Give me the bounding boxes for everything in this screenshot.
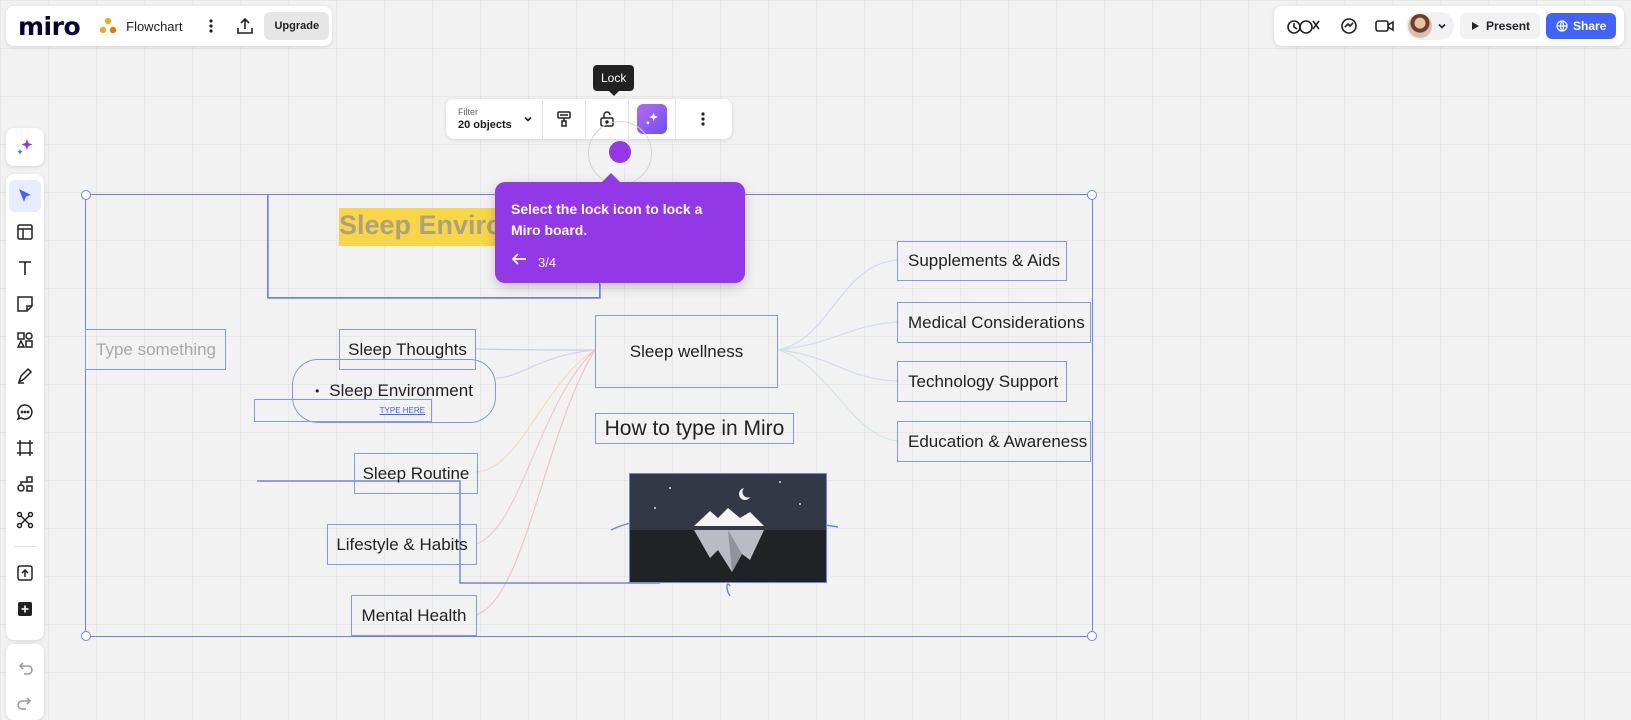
node-medical-considerations[interactable]: Medical Considerations xyxy=(897,302,1091,343)
toolbar-divider xyxy=(674,99,676,139)
walkthrough-text: Select the lock icon to lock a Miro boar… xyxy=(511,201,703,238)
board-title[interactable]: Sleep Enviro xyxy=(339,210,503,241)
node-sleep-routine[interactable]: Sleep Routine xyxy=(354,453,478,494)
bullet: • xyxy=(315,384,320,398)
back-arrow-icon[interactable] xyxy=(511,252,527,270)
sticky-text-placeholder[interactable]: Type something xyxy=(85,329,226,370)
filter-count: 20 objects xyxy=(458,118,512,131)
resize-handle-top-left[interactable] xyxy=(81,190,91,200)
heading-how-to-type[interactable]: How to type in Miro xyxy=(595,413,794,444)
paint-roller-icon xyxy=(557,111,571,127)
iceberg-image[interactable] xyxy=(629,473,827,583)
walkthrough-popup: Select the lock icon to lock a Miro boar… xyxy=(495,173,745,283)
filter-dropdown[interactable]: Filter 20 objects xyxy=(458,106,512,131)
resize-handle-top-right[interactable] xyxy=(1087,190,1097,200)
walkthrough-step-counter: 3/4 xyxy=(538,255,557,270)
more-options-icon[interactable] xyxy=(688,104,718,134)
resize-handle-bottom-left[interactable] xyxy=(81,631,91,641)
chevron-down-icon[interactable] xyxy=(522,113,534,125)
resize-handle-bottom-right[interactable] xyxy=(1087,631,1097,641)
sparkle-icon xyxy=(645,112,658,126)
node-education-awareness[interactable]: Education & Awareness xyxy=(897,421,1091,462)
selection-context-toolbar: Filter 20 objects xyxy=(446,99,732,139)
format-painter-button[interactable] xyxy=(549,104,579,134)
type-here-link[interactable]: TYPE HERE xyxy=(380,406,425,415)
walkthrough-hotspot[interactable] xyxy=(609,141,631,163)
type-here-box[interactable]: TYPE HERE xyxy=(254,399,432,422)
filter-label: Filter xyxy=(458,106,478,117)
node-sleep-wellness[interactable]: Sleep wellness xyxy=(595,315,778,388)
lock-tooltip: Lock xyxy=(593,65,635,96)
iceberg-illustration xyxy=(630,474,826,582)
node-supplements-aids[interactable]: Supplements & Aids xyxy=(897,241,1067,281)
toolbar-divider xyxy=(541,99,543,139)
node-sleep-environment-label: Sleep Environment xyxy=(329,381,473,400)
node-lifestyle-habits[interactable]: Lifestyle & Habits xyxy=(327,524,477,565)
node-mental-health[interactable]: Mental Health xyxy=(351,595,477,636)
toolbar-divider xyxy=(584,99,586,139)
node-technology-support[interactable]: Technology Support xyxy=(897,361,1067,402)
